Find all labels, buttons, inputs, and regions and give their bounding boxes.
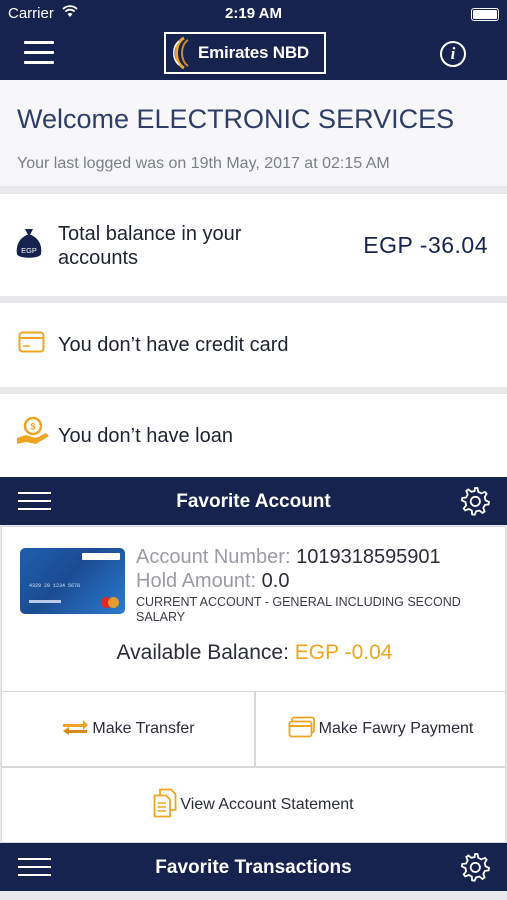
favorite-account-title: Favorite Account: [176, 491, 331, 512]
app-header: Emirates NBD i: [0, 28, 507, 80]
credit-card-icon: [18, 331, 45, 358]
card-logo-strip: [82, 553, 120, 560]
favorite-transactions-header: Favorite Transactions: [0, 843, 507, 891]
card-holder-line: [29, 600, 61, 603]
total-balance-row[interactable]: EGP Total balance in your accounts EGP -…: [0, 194, 507, 296]
mastercard-icon-circle: [108, 597, 119, 608]
hold-amount-value: 0.0: [261, 570, 290, 592]
welcome-panel: Welcome ELECTRONIC SERVICES Your last lo…: [0, 80, 507, 186]
statement-icon: [153, 788, 177, 823]
favorite-account-panel[interactable]: 4329 20 1234 5678 Account Number: 101931…: [1, 526, 506, 692]
fawry-card-icon: [288, 716, 316, 743]
favorite-account-settings-button[interactable]: [459, 485, 491, 517]
menu-icon-bar: [24, 61, 54, 64]
total-balance-label-line2: accounts: [58, 247, 139, 269]
make-fawry-payment-button[interactable]: Make Fawry Payment: [255, 691, 506, 767]
view-account-statement-button[interactable]: View Account Statement: [1, 767, 506, 843]
logo-text: Emirates NBD: [198, 43, 309, 62]
credit-card-row[interactable]: You don’t have credit card: [0, 303, 507, 387]
menu-icon: [24, 41, 54, 44]
total-balance-label: Total balance in your accounts: [58, 222, 241, 270]
money-bag-icon: EGP: [15, 227, 43, 266]
info-icon: i: [450, 44, 456, 63]
favorite-account-header: Favorite Account: [0, 477, 507, 525]
svg-text:$: $: [30, 422, 35, 432]
make-fawry-payment-label: Make Fawry Payment: [318, 720, 474, 737]
card-number-text: 4329 20 1234 5678: [29, 583, 81, 589]
available-balance-value: EGP -0.04: [294, 641, 393, 664]
emirates-nbd-logo: Emirates NBD: [164, 32, 326, 74]
account-number-line: Account Number: 1019318595901: [136, 546, 441, 569]
hold-amount-line: Hold Amount: 0.0: [136, 570, 289, 593]
make-transfer-label: Make Transfer: [92, 720, 195, 737]
account-number-value: 1019318595901: [296, 546, 441, 568]
hold-amount-label: Hold Amount:: [136, 570, 257, 592]
favorite-transactions-title: Favorite Transactions: [155, 857, 352, 878]
view-account-statement-label: View Account Statement: [180, 796, 354, 813]
menu-button[interactable]: [24, 41, 54, 65]
clock: 2:19 AM: [225, 5, 282, 22]
available-balance-label: Available Balance:: [116, 641, 289, 664]
loan-text: You don’t have loan: [58, 425, 233, 447]
money-bag-label: EGP: [21, 246, 37, 255]
loan-icon: $: [16, 416, 50, 451]
info-button[interactable]: i: [440, 41, 466, 67]
loan-row[interactable]: $ You don’t have loan: [0, 394, 507, 477]
total-balance-label-line1: Total balance in your: [58, 223, 242, 245]
battery-icon: [471, 8, 499, 21]
welcome-title: Welcome ELECTRONIC SERVICES: [17, 104, 455, 134]
account-number-label: Account Number:: [136, 546, 291, 568]
last-login-text: Your last logged was on 19th May, 2017 a…: [17, 155, 390, 172]
status-bar: Carrier 2:19 AM: [0, 0, 507, 28]
total-balance-amount: EGP -36.04: [363, 232, 488, 258]
gear-icon: [460, 487, 490, 516]
available-balance-line: Available Balance: EGP -0.04: [2, 641, 507, 665]
gear-icon: [460, 853, 490, 882]
favorite-transactions-settings-button[interactable]: [459, 851, 491, 883]
bank-card-image: 4329 20 1234 5678: [20, 548, 125, 614]
menu-icon-bar: [24, 51, 54, 54]
transfer-icon: [61, 719, 89, 740]
account-type: CURRENT ACCOUNT - GENERAL INCLUDING SECO…: [136, 595, 461, 624]
make-transfer-button[interactable]: Make Transfer: [1, 691, 255, 767]
credit-card-text: You don’t have credit card: [58, 334, 289, 356]
logo-mark-icon: [166, 34, 196, 72]
